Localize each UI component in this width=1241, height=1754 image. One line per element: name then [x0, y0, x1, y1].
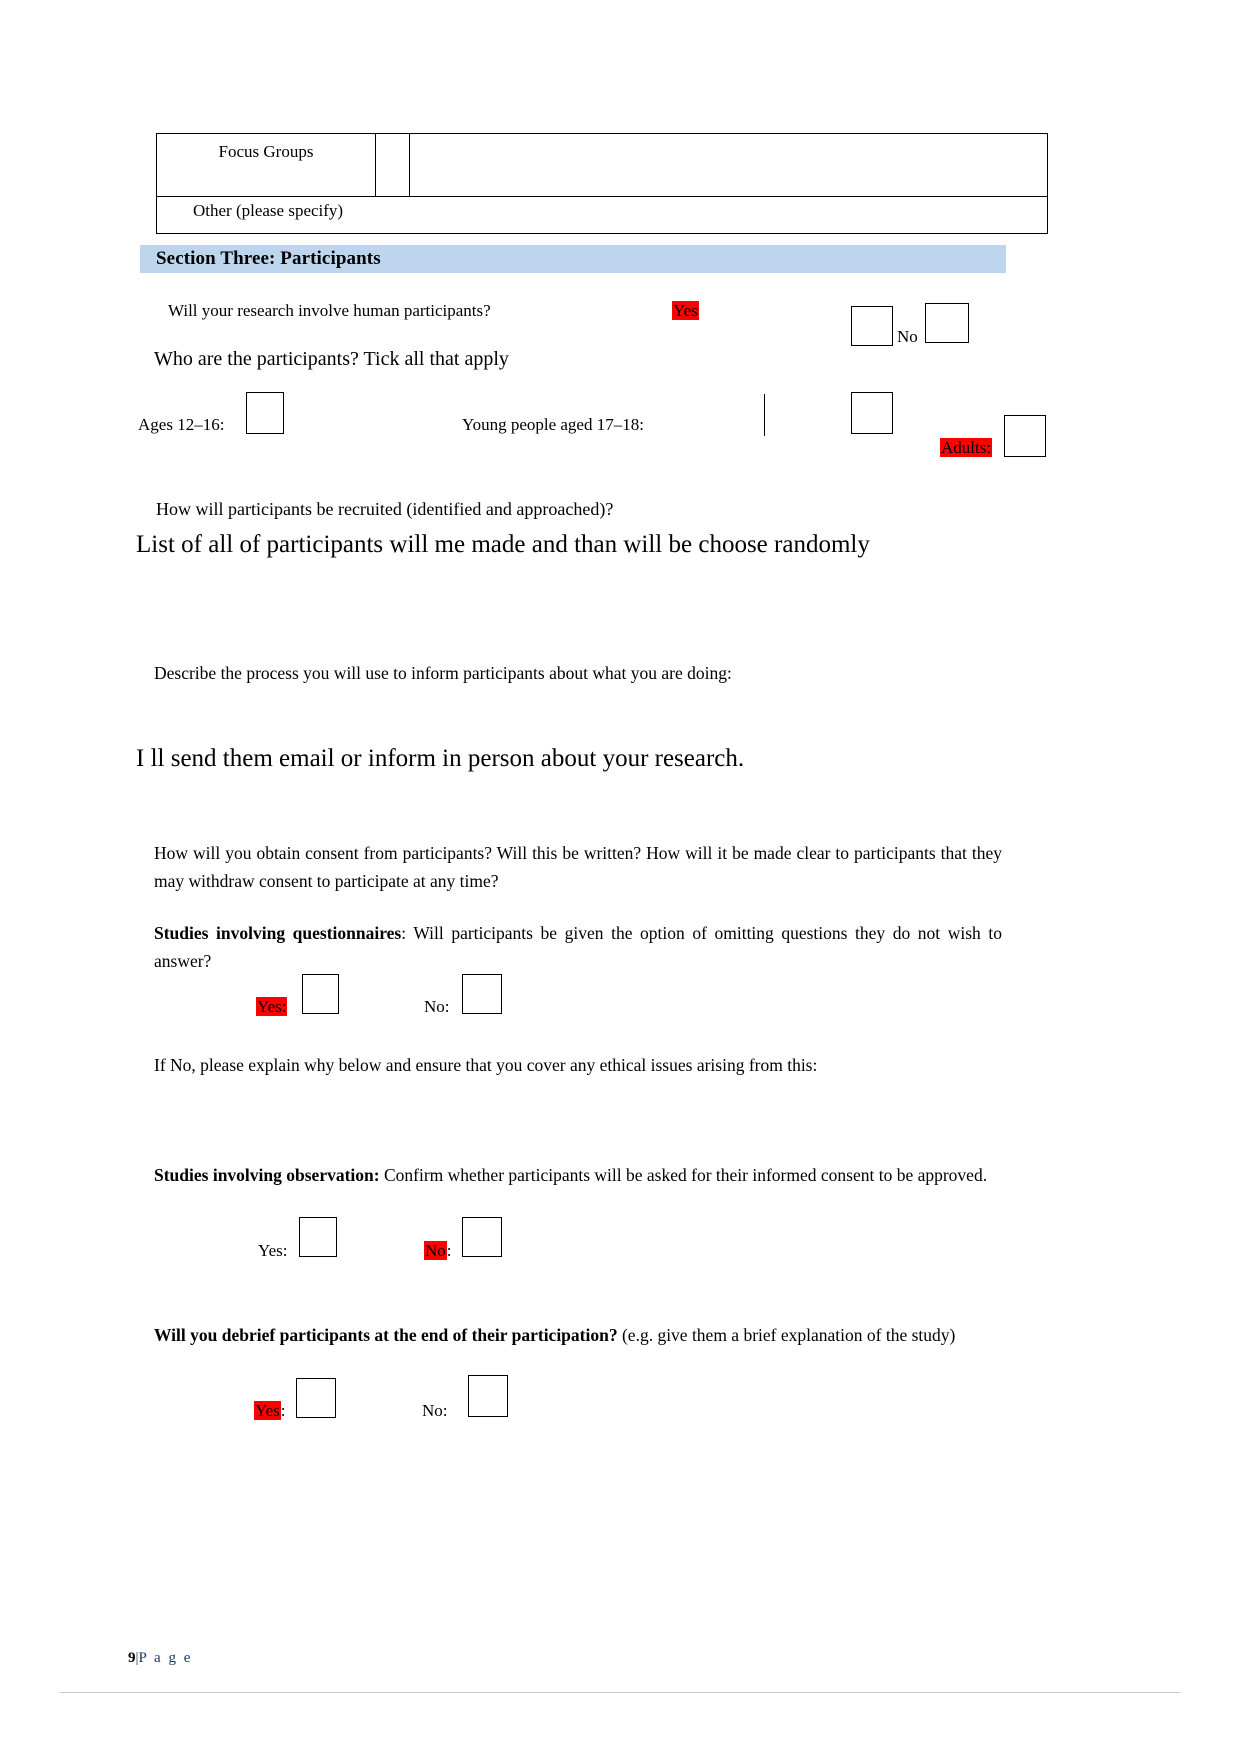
- question-questionnaires-label: Studies involving questionnaires: Will p…: [154, 920, 1002, 975]
- question-observation-bold: Studies involving observation:: [154, 1165, 380, 1185]
- checkbox-young-people-left-edge[interactable]: [764, 394, 765, 436]
- footer-page-label: P a g e: [138, 1650, 193, 1666]
- answer-questionnaires-yes[interactable]: Yes:: [256, 997, 288, 1016]
- answer-recruitment[interactable]: List of all of participants will me made…: [136, 528, 1016, 563]
- question-who-are-participants-label: Who are the participants? Tick all that …: [154, 348, 509, 370]
- answer-debrief-yes[interactable]: Yes: [254, 1401, 281, 1420]
- question-inform-process-label: Describe the process you will use to inf…: [154, 663, 732, 683]
- question-debrief-bold: Will you debrief participants at the end…: [154, 1325, 618, 1345]
- section-three-banner: Section Three: Participants: [140, 245, 1006, 273]
- checkbox-ages-12-16[interactable]: [246, 392, 284, 434]
- document-page: Focus Groups Other (please specify) Sect…: [0, 0, 1241, 1754]
- question-consent-label: How will you obtain consent from partici…: [154, 843, 1002, 891]
- question-recruitment-label: How will participants be recruited (iden…: [156, 499, 614, 519]
- answer-human-participants-no: No: [897, 327, 918, 346]
- answer-observation-yes: Yes:: [258, 1241, 288, 1260]
- checkbox-observation-yes[interactable]: [299, 1217, 337, 1257]
- section-title: Section Three: Participants: [156, 248, 381, 269]
- answer-inform-process[interactable]: I ll send them email or inform in person…: [136, 742, 1016, 777]
- checkbox-questionnaires-no[interactable]: [462, 974, 502, 1014]
- checkbox-debrief-no[interactable]: [468, 1375, 508, 1417]
- answer-observation-no[interactable]: No: [424, 1241, 447, 1260]
- table-row: Other (please specify): [156, 196, 1048, 234]
- question-if-no-explain-label: If No, please explain why below and ensu…: [154, 1055, 818, 1075]
- option-young-people-17-18-label: Young people aged 17–18:: [462, 415, 644, 434]
- question-observation-label: Studies involving observation: Confirm w…: [154, 1162, 1002, 1190]
- checkbox-questionnaires-yes[interactable]: [302, 974, 339, 1014]
- question-questionnaires-bold: Studies involving questionnaires: [154, 923, 402, 943]
- question-human-participants-label: Will your research involve human partici…: [168, 301, 491, 320]
- option-ages-12-16-label: Ages 12–16:: [138, 415, 225, 434]
- checkbox-human-participants-no[interactable]: [925, 303, 969, 343]
- checkbox-human-participants-yes[interactable]: [851, 306, 893, 346]
- answer-human-participants-yes[interactable]: Yes: [672, 301, 699, 320]
- footer: 9|P a g e: [128, 1650, 192, 1667]
- answer-questionnaires-no: No:: [424, 997, 450, 1016]
- option-adults-label: Adults:: [940, 438, 993, 457]
- table-cell-focus-groups-label: Focus Groups: [156, 133, 376, 197]
- checkbox-observation-no[interactable]: [462, 1217, 502, 1257]
- table-row: Focus Groups: [156, 133, 1048, 197]
- footer-divider: [60, 1692, 1180, 1693]
- methods-table: Focus Groups Other (please specify): [156, 133, 1048, 234]
- answer-observation-no-suffix: :: [446, 1241, 452, 1260]
- footer-page-number: 9: [128, 1650, 136, 1666]
- checkbox-young-people-17-18[interactable]: [851, 392, 893, 434]
- question-debrief-rest: (e.g. give them a brief explanation of t…: [617, 1325, 956, 1345]
- table-cell-focus-groups-note[interactable]: [409, 133, 1048, 197]
- answer-debrief-no: No:: [422, 1401, 448, 1420]
- question-observation-rest: Confirm whether participants will be ask…: [379, 1165, 988, 1185]
- checkbox-debrief-yes[interactable]: [296, 1378, 336, 1418]
- table-cell-other-label[interactable]: Other (please specify): [156, 196, 1048, 234]
- checkbox-adults[interactable]: [1004, 415, 1046, 457]
- table-cell-focus-groups-tick[interactable]: [375, 133, 410, 197]
- answer-debrief-yes-suffix: :: [280, 1401, 286, 1420]
- question-debrief-label: Will you debrief participants at the end…: [154, 1322, 1002, 1350]
